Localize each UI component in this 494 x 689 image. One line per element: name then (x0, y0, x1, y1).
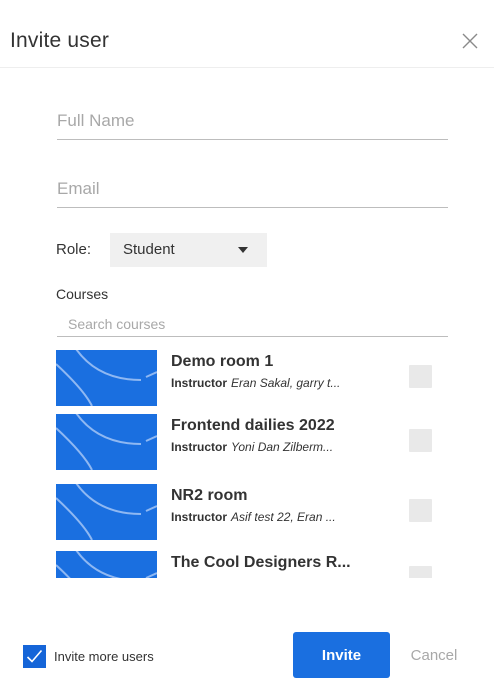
search-courses-input[interactable] (57, 311, 448, 337)
invite-more-label: Invite more users (54, 649, 154, 664)
invite-user-dialog: Invite user Role: Student Courses Demo r… (0, 0, 494, 689)
caret-down-icon (238, 247, 248, 253)
invite-button[interactable]: Invite (293, 632, 390, 678)
instructor-label: Instructor (171, 376, 228, 390)
role-dropdown[interactable]: Student (110, 233, 267, 267)
course-item[interactable]: NR2 room Instructor Asif test 22, Eran ..… (56, 484, 448, 540)
close-button[interactable] (459, 30, 483, 54)
close-icon (462, 33, 478, 49)
course-checkbox[interactable] (409, 365, 432, 388)
full-name-input[interactable] (57, 102, 448, 140)
course-name: The Cool Designers R... (171, 554, 351, 571)
course-instructors: Instructor Eran Sakal, garry t... (171, 376, 401, 390)
course-name: Frontend dailies 2022 (171, 417, 335, 434)
instructor-label: Instructor (171, 510, 228, 524)
instructor-label: Instructor (171, 440, 228, 454)
instructor-names: Yoni Dan Zilberm... (231, 440, 334, 454)
course-name: Demo room 1 (171, 353, 274, 370)
invite-more-checkbox[interactable] (23, 645, 46, 668)
role-selected-value: Student (123, 241, 175, 258)
cancel-button[interactable]: Cancel (398, 632, 470, 678)
instructor-names: Eran Sakal, garry t... (231, 376, 341, 390)
email-input[interactable] (57, 170, 448, 208)
dialog-title: Invite user (10, 29, 110, 52)
course-item[interactable]: The Cool Designers R... (56, 551, 448, 578)
course-item[interactable]: Demo room 1 Instructor Eran Sakal, garry … (56, 350, 448, 406)
checkmark-icon (26, 649, 43, 663)
course-thumbnail (56, 551, 157, 578)
dialog-header: Invite user (0, 0, 494, 68)
courses-list[interactable]: Demo room 1 Instructor Eran Sakal, garry … (56, 350, 448, 578)
course-item[interactable]: Frontend dailies 2022 Instructor Yoni Dan… (56, 414, 448, 470)
course-checkbox[interactable] (409, 499, 432, 522)
course-name: NR2 room (171, 487, 248, 504)
course-checkbox[interactable] (409, 429, 432, 452)
course-thumbnail (56, 484, 157, 540)
course-instructors: Instructor Asif test 22, Eran ... (171, 510, 401, 524)
course-thumbnail (56, 414, 157, 470)
courses-label: Courses (56, 286, 109, 302)
course-thumbnail (56, 350, 157, 406)
role-label: Role: (56, 241, 92, 258)
course-instructors: Instructor Yoni Dan Zilberm... (171, 440, 401, 454)
instructor-names: Asif test 22, Eran ... (231, 510, 336, 524)
course-checkbox[interactable] (409, 566, 432, 578)
